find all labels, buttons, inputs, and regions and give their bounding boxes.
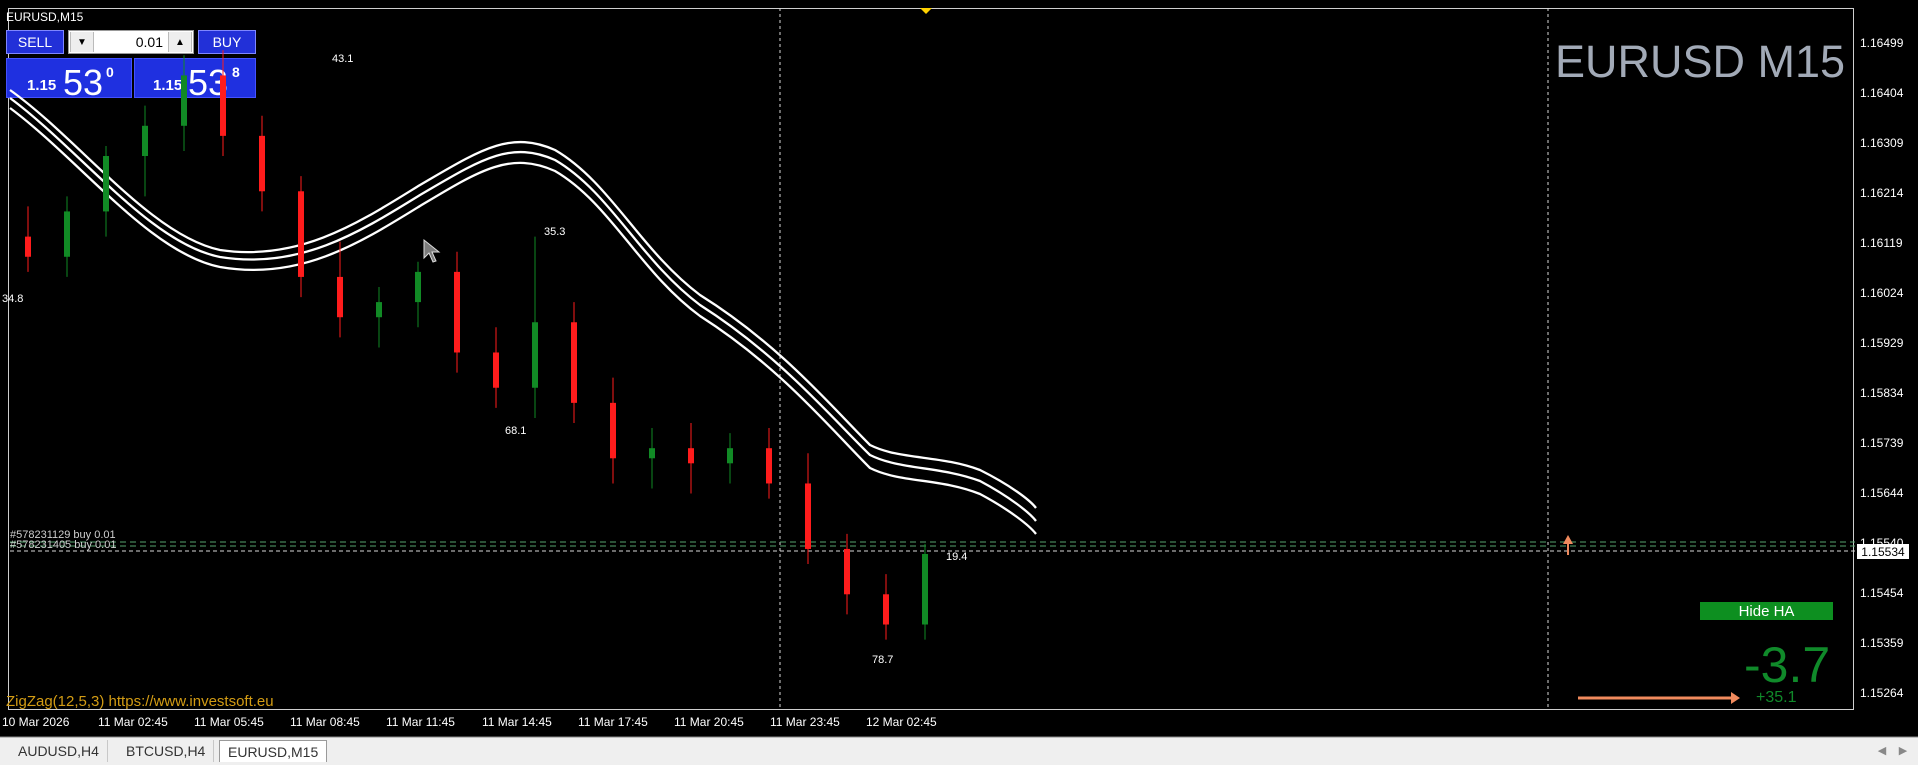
candle-body xyxy=(220,75,226,136)
zigzag-point-label: 43.1 xyxy=(332,53,353,65)
candle-body xyxy=(649,448,655,459)
candle-body xyxy=(610,402,616,459)
candle-body xyxy=(181,75,187,126)
candle-body xyxy=(259,135,265,192)
candle-body xyxy=(25,236,31,257)
chart-window: EURUSD,M15 SELL ▼ 0.01 ▲ BUY 1.15 53 0 1… xyxy=(0,0,1918,737)
chart-tabs: AUDUSD,H4 BTCUSD,H4 EURUSD,M15 ◀ ▶ xyxy=(0,737,1918,765)
band-lines xyxy=(9,89,1037,535)
candle-body xyxy=(64,211,70,257)
candle-body xyxy=(103,156,109,212)
zigzag-point-label: 34.8 xyxy=(2,293,23,305)
candle-body xyxy=(688,448,694,464)
candle-body xyxy=(766,448,772,484)
zigzag-point-label: 78.7 xyxy=(872,654,893,666)
zigzag-point-label: 19.4 xyxy=(946,551,967,563)
candle-body xyxy=(337,276,343,318)
tab-scroll-right-icon[interactable]: ▶ xyxy=(1896,743,1910,757)
tab-scroll-left-icon[interactable]: ◀ xyxy=(1875,743,1889,757)
order-line-label: #578231405 buy 0.01 xyxy=(10,539,116,551)
tab-eurusd-m15[interactable]: EURUSD,M15 xyxy=(219,740,328,762)
candle-body xyxy=(571,322,577,403)
grid-lines xyxy=(10,8,1855,710)
candle-body xyxy=(454,271,460,353)
candle-body xyxy=(805,483,811,549)
candle-body xyxy=(493,352,499,388)
candle-body xyxy=(298,191,304,277)
candle-body xyxy=(727,448,733,464)
candle-body xyxy=(142,125,148,157)
order-labels: #578231129 buy 0.01 #578231405 buy 0.01 xyxy=(10,529,116,551)
candle-body xyxy=(415,271,421,303)
candle-body xyxy=(844,548,850,595)
tab-btcusd-h4[interactable]: BTCUSD,H4 xyxy=(118,740,215,762)
candle-body xyxy=(883,594,889,625)
candle-body xyxy=(532,322,538,388)
zigzag-point-label: 68.1 xyxy=(505,425,526,437)
price-chart[interactable]: 43.1 35.3 68.1 78.7 19.4 34.8 #578231129… xyxy=(0,0,1918,736)
candle-body xyxy=(922,553,928,625)
zigzag-point-label: 35.3 xyxy=(544,226,565,238)
candle-body xyxy=(376,302,382,318)
tab-audusd-h4[interactable]: AUDUSD,H4 xyxy=(10,740,108,762)
cursor-icon xyxy=(423,238,441,263)
